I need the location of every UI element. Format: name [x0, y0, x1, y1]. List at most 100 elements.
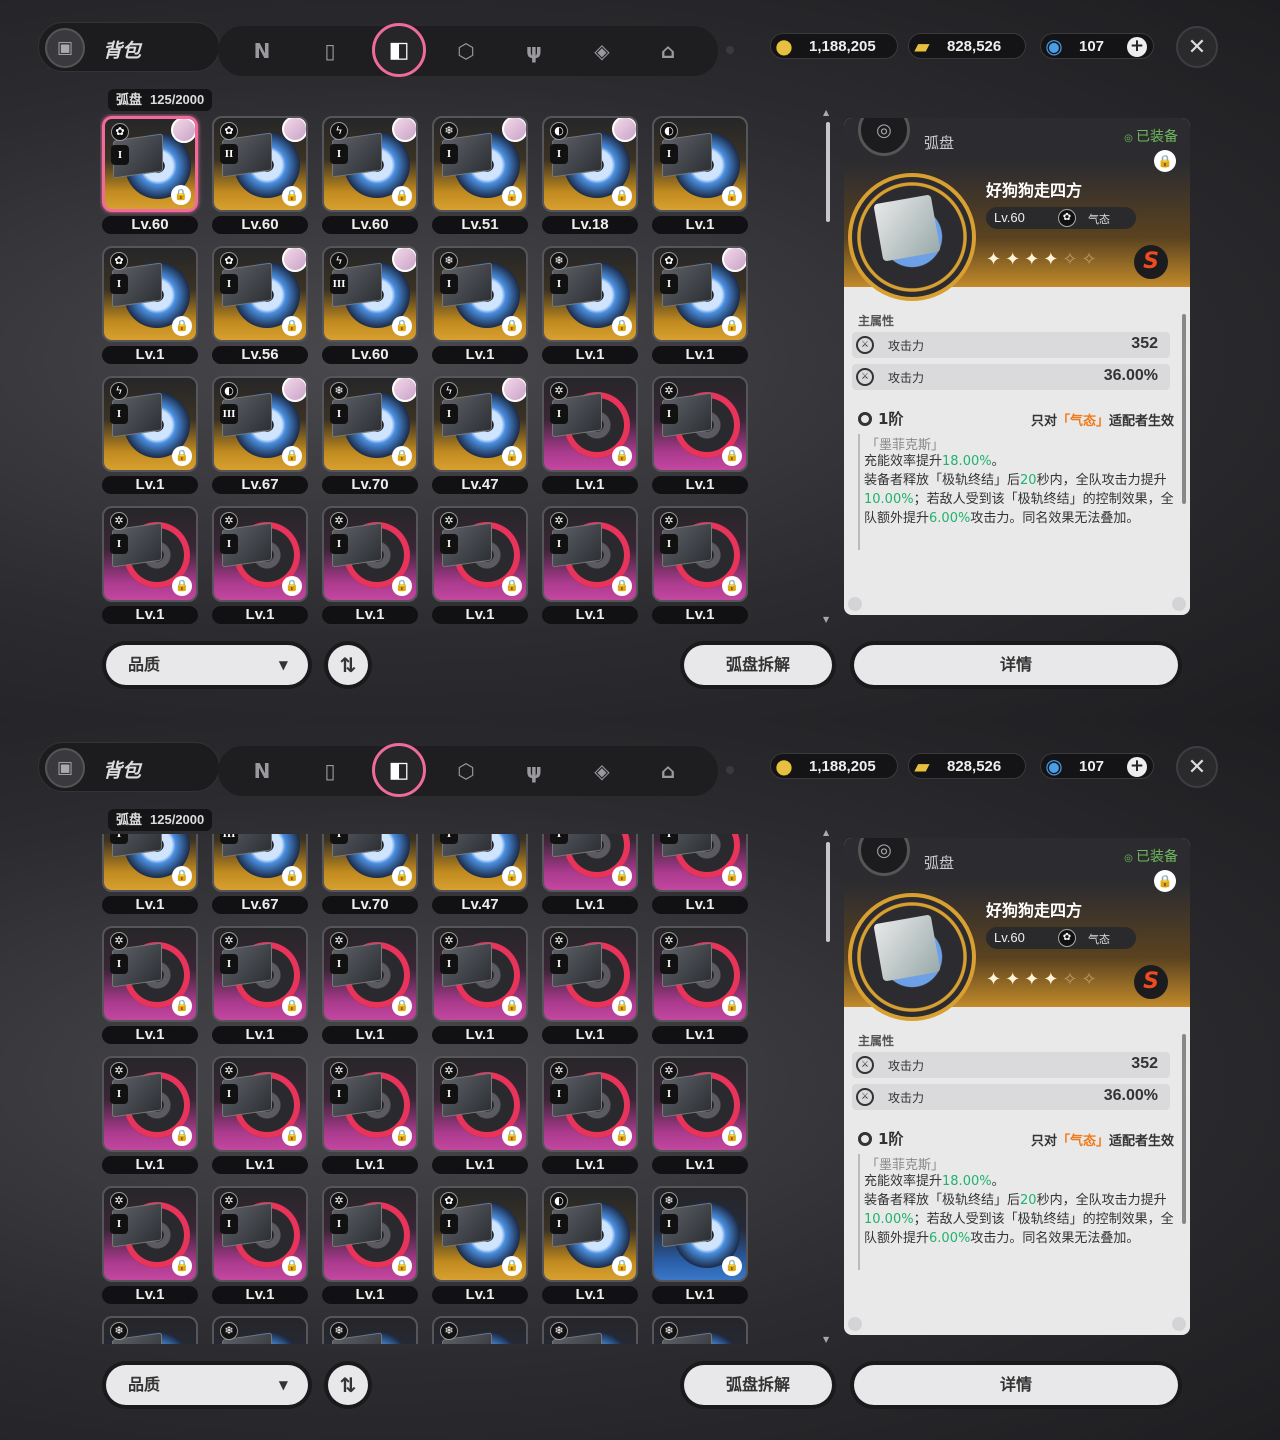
disc-slot[interactable]: ❄ I 🔒 Lv.1: [650, 1184, 750, 1304]
disc-card[interactable]: ✲I🔒: [542, 834, 638, 892]
disc-slot[interactable]: ✲I🔒Lv.1: [430, 924, 530, 1044]
tab-home-icon[interactable]: ⌂: [652, 755, 684, 787]
grid-scrollbar[interactable]: ▲ ▼: [823, 108, 830, 624]
disc-slot[interactable]: ◐III🔒Lv.67: [210, 834, 310, 914]
lock-icon[interactable]: 🔒: [172, 446, 192, 466]
disc-slot[interactable]: ❄I🔒: [100, 1314, 200, 1344]
disc-slot[interactable]: ✲I🔒Lv.1: [100, 924, 200, 1044]
disc-card[interactable]: ✲I🔒: [652, 926, 748, 1022]
lock-icon[interactable]: 🔒: [722, 996, 742, 1016]
disc-card[interactable]: ❄I🔒: [322, 376, 418, 472]
disc-slot[interactable]: ✲I🔒Lv.1: [210, 1054, 310, 1174]
lock-icon[interactable]: 🔒: [612, 1126, 632, 1146]
disc-slot[interactable]: ϟI🔒Lv.47: [430, 374, 530, 494]
tab-cube-tag-icon[interactable]: ◈: [586, 755, 618, 787]
disc-card[interactable]: ✲I🔒: [322, 1056, 418, 1152]
tab-home-icon[interactable]: ⌂: [652, 35, 684, 67]
disc-slot[interactable]: ✲I🔒Lv.1: [540, 374, 640, 494]
disc-card[interactable]: ✲I🔒: [542, 1056, 638, 1152]
lock-icon[interactable]: 🔒: [282, 1126, 302, 1146]
lock-icon[interactable]: 🔒: [502, 186, 522, 206]
disc-card[interactable]: ✿ I 🔒: [432, 1186, 528, 1282]
disc-slot[interactable]: ✲I🔒Lv.1: [540, 1054, 640, 1174]
disc-card[interactable]: ϟI 🔒: [432, 376, 528, 472]
disc-card[interactable]: ❄I🔒: [432, 1316, 528, 1344]
tab-fork-knife-icon[interactable]: ψ: [518, 755, 550, 787]
disc-card[interactable]: ❄I🔒: [322, 834, 418, 892]
grid-scrollbar[interactable]: ▲ ▼: [823, 828, 830, 1344]
disc-slot[interactable]: ϟ III 🔒 Lv.60: [320, 244, 420, 364]
disc-card[interactable]: ◐ III 🔒: [212, 376, 308, 472]
quality-filter-dropdown[interactable]: 品质 ▼: [106, 645, 308, 685]
lock-icon[interactable]: 🔒: [392, 316, 412, 336]
scroll-up-icon[interactable]: ▲: [823, 108, 829, 117]
disc-card[interactable]: ✿ I 🔒: [102, 246, 198, 342]
tab-disc-case-icon[interactable]: ◧: [372, 743, 426, 797]
disc-card[interactable]: ✲I🔒: [432, 926, 528, 1022]
lock-icon[interactable]: 🔒: [172, 1256, 192, 1276]
disc-card[interactable]: ❄I🔒: [652, 1186, 748, 1282]
disc-card[interactable]: ✲I🔒: [652, 834, 748, 892]
disc-slot[interactable]: ϟI🔒Lv.47: [430, 834, 530, 914]
lock-icon[interactable]: 🔒: [722, 1126, 742, 1146]
disc-card[interactable]: ✲I🔒: [102, 1056, 198, 1152]
disc-card[interactable]: ❄I🔒: [212, 1316, 308, 1344]
disc-card[interactable]: ✲I🔒: [212, 926, 308, 1022]
lock-icon[interactable]: 🔒: [612, 1256, 632, 1276]
lock-icon[interactable]: 🔒: [282, 316, 302, 336]
lock-icon[interactable]: 🔒: [612, 866, 632, 886]
disc-card[interactable]: ❄I🔒: [432, 116, 528, 212]
disc-slot[interactable]: ❄I🔒: [650, 1314, 750, 1344]
lock-icon[interactable]: 🔒: [502, 1256, 522, 1276]
close-icon[interactable]: ✕: [1176, 746, 1218, 788]
scroll-down-icon[interactable]: ▼: [823, 1335, 829, 1344]
disc-card[interactable]: ✲I🔒: [432, 506, 528, 602]
disc-slot[interactable]: ✿ I 🔒 Lv.56: [210, 244, 310, 364]
lock-icon[interactable]: 🔒: [502, 1126, 522, 1146]
disc-card[interactable]: ✲I🔒: [102, 506, 198, 602]
scroll-thumb[interactable]: [826, 122, 830, 222]
disc-slot[interactable]: ✿ I 🔒 Lv.60: [100, 114, 200, 234]
lock-icon[interactable]: 🔒: [722, 1256, 742, 1276]
disc-card[interactable]: ϟI 🔒: [322, 116, 418, 212]
scroll-thumb[interactable]: [826, 842, 830, 942]
lock-icon[interactable]: 🔒: [502, 316, 522, 336]
disc-slot[interactable]: ❄ I 🔒 Lv.51: [430, 114, 530, 234]
lock-icon[interactable]: 🔒: [502, 866, 522, 886]
disc-card[interactable]: ✲I🔒: [542, 376, 638, 472]
disc-card[interactable]: ✲I🔒: [322, 1186, 418, 1282]
disc-slot[interactable]: ✲I🔒Lv.1: [650, 834, 750, 914]
disc-slot[interactable]: ✿ I 🔒 Lv.1: [430, 1184, 530, 1304]
disc-slot[interactable]: ◐ I 🔒 Lv.18: [540, 114, 640, 234]
lock-icon[interactable]: 🔒: [392, 1126, 412, 1146]
disc-card[interactable]: ✿ I 🔒: [212, 246, 308, 342]
disc-grid-viewport[interactable]: ✿ I 🔒 Lv.60 ✿ II 🔒 Lv.60 ϟ I 🔒 Lv.60 ❄ I 🔒 Lv.51 ◐ I 🔒 Lv.1…: [100, 114, 756, 624]
disc-slot[interactable]: ϟ I 🔒 Lv.60: [320, 114, 420, 234]
lock-icon[interactable]: 🔒: [392, 446, 412, 466]
disc-slot[interactable]: ❄I🔒Lv.70: [320, 834, 420, 914]
disc-slot[interactable]: ✿ I 🔒 Lv.1: [100, 244, 200, 364]
lock-icon[interactable]: 🔒: [392, 576, 412, 596]
disc-card[interactable]: ✲I🔒: [212, 1056, 308, 1152]
detail-scrollbar[interactable]: [1182, 1028, 1186, 1268]
disc-card[interactable]: ϟ III 🔒: [322, 246, 418, 342]
tab-n-logo-icon[interactable]: N: [246, 755, 278, 787]
lock-icon[interactable]: 🔒: [282, 996, 302, 1016]
disc-slot[interactable]: ✿ II 🔒 Lv.60: [210, 114, 310, 234]
disc-slot[interactable]: ✲I🔒Lv.1: [210, 1184, 310, 1304]
disc-card[interactable]: ✲I🔒: [542, 506, 638, 602]
disc-slot[interactable]: ❄I🔒: [430, 1314, 530, 1344]
lock-icon[interactable]: 🔒: [612, 316, 632, 336]
disc-card[interactable]: ❄I🔒: [652, 1316, 748, 1344]
detail-scrollbar[interactable]: [1182, 308, 1186, 548]
lock-icon[interactable]: 🔒: [722, 866, 742, 886]
disc-slot[interactable]: ✲I🔒Lv.1: [650, 504, 750, 624]
scroll-down-icon[interactable]: ▼: [823, 615, 829, 624]
disc-slot[interactable]: ✲I🔒Lv.1: [650, 374, 750, 494]
tab-cube-tag-icon[interactable]: ◈: [586, 35, 618, 67]
disc-slot[interactable]: ◐ I 🔒 Lv.1: [540, 1184, 640, 1304]
lock-icon[interactable]: 🔒: [282, 186, 302, 206]
disc-card[interactable]: ❄I🔒: [322, 1316, 418, 1344]
disc-slot[interactable]: ✲I🔒Lv.1: [210, 504, 310, 624]
lock-icon[interactable]: 🔒: [502, 576, 522, 596]
